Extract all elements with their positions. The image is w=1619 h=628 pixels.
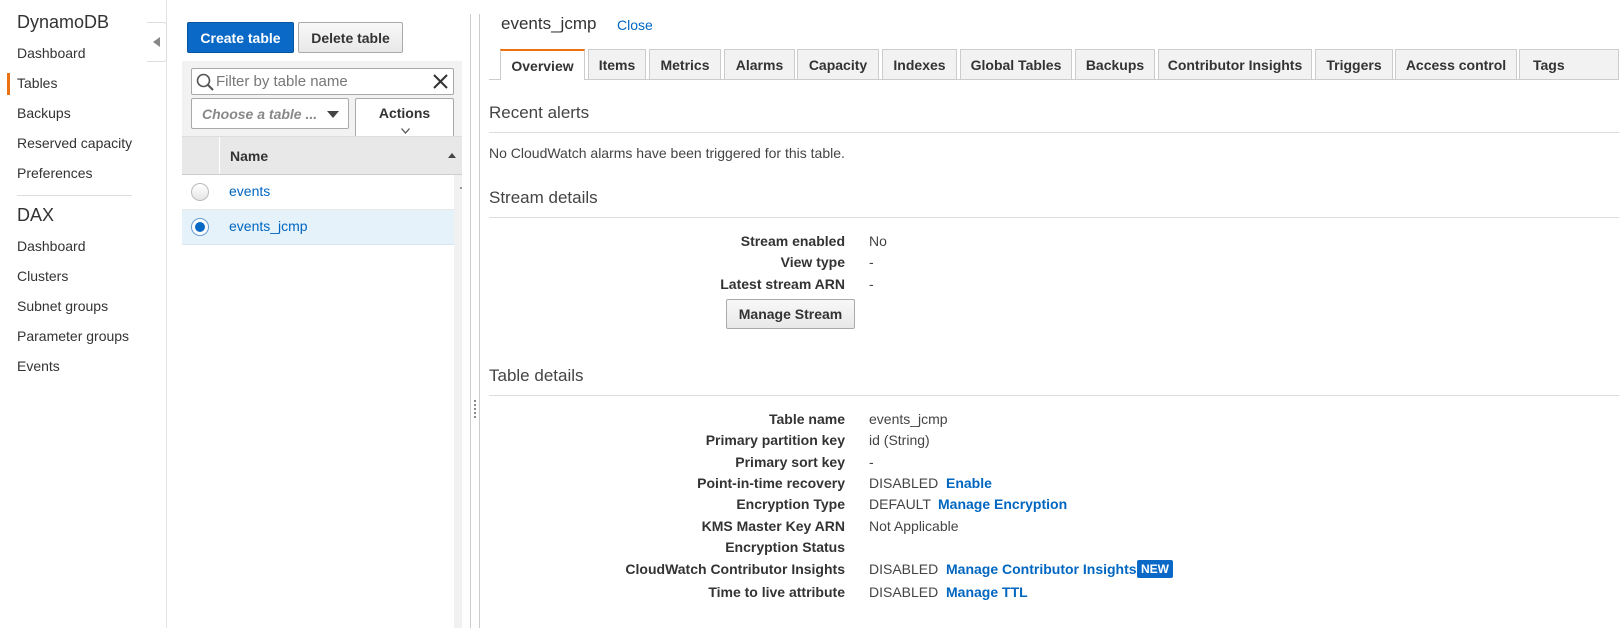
filter-input[interactable] [216, 72, 426, 91]
nav-border [166, 0, 167, 628]
tab-metrics[interactable]: Metrics [649, 49, 721, 79]
section-divider [489, 132, 1619, 133]
table-name-value: events_jcmp [869, 411, 948, 427]
manage-ttl-link[interactable]: Manage TTL [946, 584, 1028, 600]
splitter-line [470, 14, 471, 628]
encryption-type-label: Encryption Type [736, 496, 845, 512]
nav-item-subnet-groups[interactable]: Subnet groups [17, 298, 108, 314]
view-type-label: View type [780, 254, 845, 270]
partition-key-value: id (String) [869, 432, 930, 448]
splitter-line [479, 14, 480, 628]
ttl-value: DISABLED [869, 584, 939, 600]
sort-key-value: - [869, 454, 874, 470]
nav-active-indicator [7, 73, 10, 95]
detail-tabs: Overview Items Metrics Alarms Capacity I… [489, 49, 1619, 80]
sort-ascending-icon[interactable] [448, 153, 456, 158]
table-select-dropdown[interactable]: Choose a table ... [191, 98, 349, 129]
search-icon [196, 73, 214, 91]
nav-item-dashboard[interactable]: Dashboard [17, 45, 86, 61]
manage-encryption-link[interactable]: Manage Encryption [938, 496, 1067, 512]
nav-item-parameter-groups[interactable]: Parameter groups [17, 328, 129, 344]
tab-triggers[interactable]: Triggers [1315, 49, 1393, 79]
nav-divider [17, 195, 132, 196]
recent-alerts-title: Recent alerts [489, 103, 590, 122]
tab-global-tables[interactable]: Global Tables [960, 49, 1072, 79]
section-divider [489, 395, 1619, 396]
nav-item-clusters[interactable]: Clusters [17, 268, 68, 284]
contributor-insights-value: DISABLED [869, 561, 939, 577]
tab-capacity[interactable]: Capacity [797, 49, 879, 79]
view-type-value: - [869, 254, 874, 270]
create-table-button[interactable]: Create table [187, 22, 294, 53]
tab-contributor-insights[interactable]: Contributor Insights [1158, 49, 1312, 79]
tab-indexes[interactable]: Indexes [882, 49, 957, 79]
caret-down-icon [327, 111, 339, 118]
sort-key-label: Primary sort key [735, 454, 845, 470]
drag-handle-icon[interactable] [474, 400, 476, 418]
nav-item-preferences[interactable]: Preferences [17, 165, 92, 181]
partition-key-label: Primary partition key [705, 432, 845, 448]
section-divider [489, 217, 1619, 218]
nav-header-dynamodb: DynamoDB [17, 12, 110, 32]
tab-overview[interactable]: Overview [500, 49, 585, 80]
nav-item-reserved-capacity[interactable]: Reserved capacity [17, 135, 132, 151]
clear-filter-icon[interactable] [433, 74, 448, 89]
tab-items[interactable]: Items [588, 49, 646, 79]
actions-label: Actions [378, 105, 431, 121]
tab-access-control[interactable]: Access control [1395, 49, 1517, 79]
chevron-down-icon [401, 128, 410, 134]
table-select-placeholder: Choose a table ... [202, 106, 318, 122]
table-name-label: Table name [769, 411, 845, 427]
stream-enabled-label: Stream enabled [740, 233, 845, 249]
row-radio-button[interactable] [191, 183, 209, 201]
actions-button[interactable]: Actions [355, 98, 454, 136]
stream-details-title: Stream details [489, 188, 598, 207]
recent-alerts-message: No CloudWatch alarms have been triggered… [489, 145, 845, 161]
table-name-link[interactable]: events [229, 183, 270, 199]
select-column-header [182, 137, 220, 174]
table-row[interactable]: events [182, 175, 454, 210]
nav-item-dax-dashboard[interactable]: Dashboard [17, 238, 86, 254]
table-details-title: Table details [489, 366, 584, 385]
collapse-nav-button[interactable] [147, 22, 167, 62]
contributor-insights-label: CloudWatch Contributor Insights [625, 561, 845, 577]
ttl-label: Time to live attribute [708, 584, 845, 600]
left-navigation: DynamoDB Dashboard Tables Backups Reserv… [0, 0, 147, 628]
nav-item-tables[interactable]: Tables [17, 75, 57, 91]
nav-item-events[interactable]: Events [17, 358, 60, 374]
table-name-link[interactable]: events_jcmp [229, 218, 308, 234]
chevron-left-icon [152, 37, 160, 47]
new-badge: NEW [1137, 560, 1173, 578]
tab-tags[interactable]: Tags [1519, 49, 1619, 79]
close-link[interactable]: Close [617, 17, 653, 33]
manage-contributor-insights-link[interactable]: Manage Contributor Insights [946, 561, 1137, 577]
list-scrollbar[interactable] [454, 175, 462, 628]
latest-stream-arn-value: - [869, 276, 874, 292]
filter-box [191, 68, 454, 95]
tab-backups[interactable]: Backups [1075, 49, 1155, 79]
pitr-value: DISABLED [869, 475, 939, 491]
enable-pitr-link[interactable]: Enable [946, 475, 992, 491]
name-column-header[interactable]: Name [230, 148, 268, 164]
stream-enabled-value: No [869, 233, 887, 249]
nav-header-dax: DAX [17, 205, 55, 225]
pitr-label: Point-in-time recovery [697, 475, 845, 491]
table-list-header: Name [182, 136, 462, 175]
latest-stream-arn-label: Latest stream ARN [720, 276, 845, 292]
detail-title: events_jcmp [501, 14, 597, 33]
delete-table-button[interactable]: Delete table [298, 22, 403, 53]
row-radio-button-checked[interactable] [191, 218, 209, 236]
table-row-selected[interactable]: events_jcmp [182, 210, 454, 245]
kms-key-value: Not Applicable [869, 518, 959, 534]
panel-splitter[interactable] [470, 14, 480, 628]
encryption-status-label: Encryption Status [725, 539, 845, 555]
tab-alarms[interactable]: Alarms [724, 49, 795, 79]
scroll-marker [460, 187, 462, 189]
nav-item-backups[interactable]: Backups [17, 105, 71, 121]
kms-key-label: KMS Master Key ARN [701, 518, 845, 534]
encryption-type-value: DEFAULT [869, 496, 931, 512]
manage-stream-button[interactable]: Manage Stream [726, 299, 855, 329]
